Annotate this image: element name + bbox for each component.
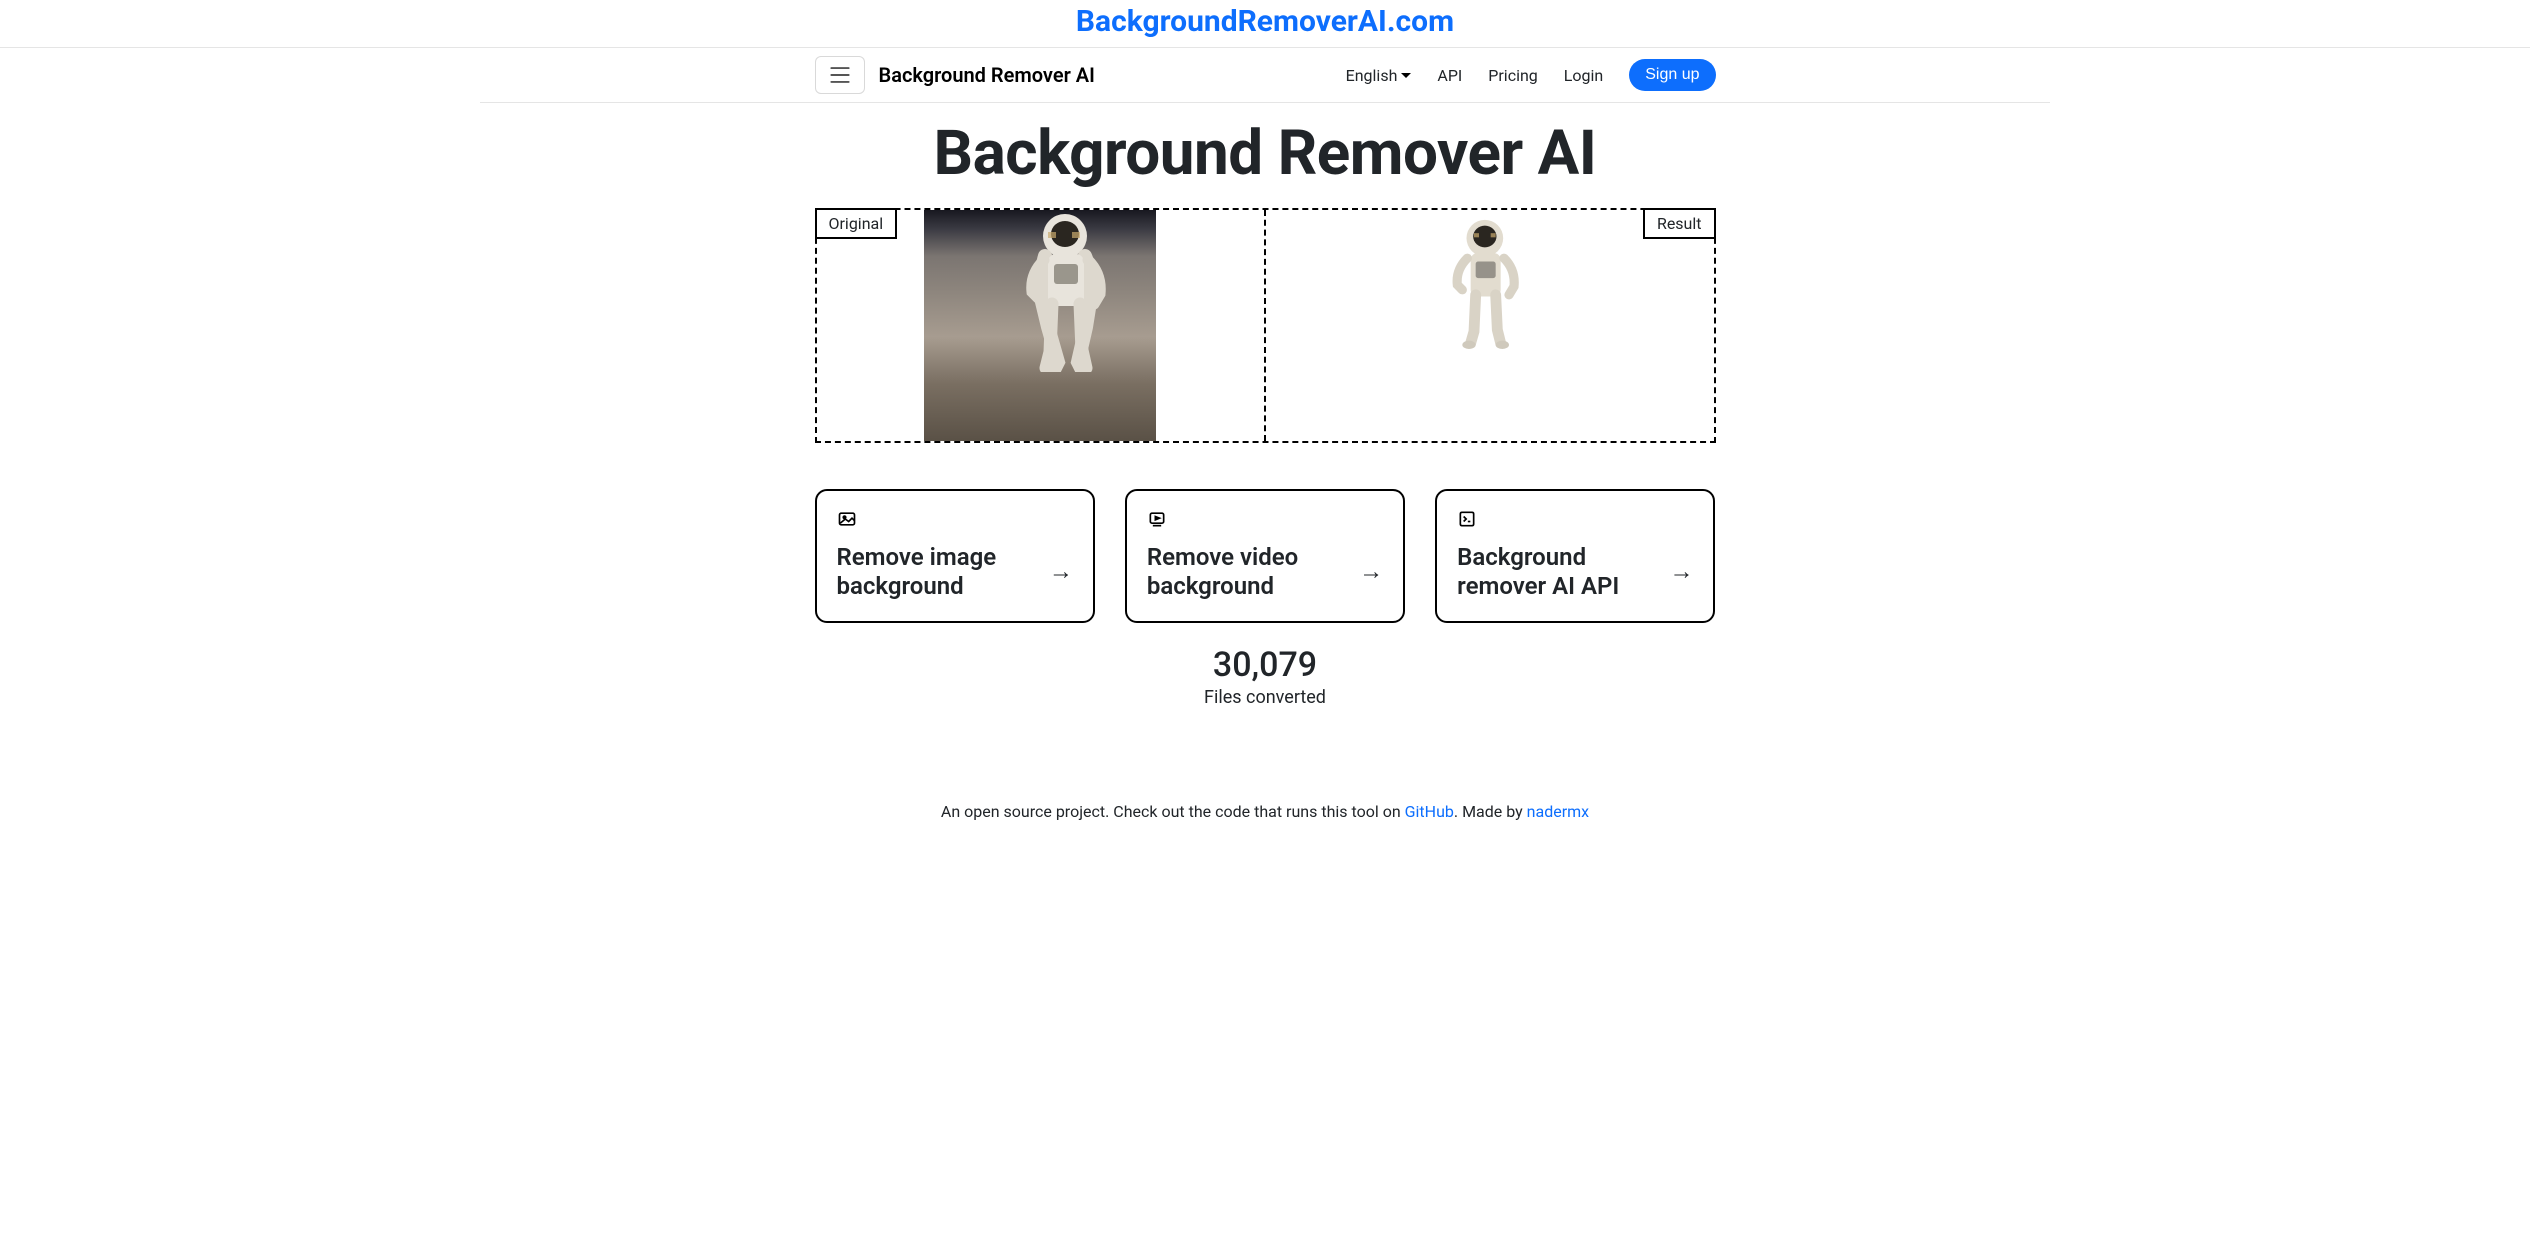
card-api[interactable]: Background remover AI API →	[1435, 489, 1715, 623]
stats-count: 30,079	[815, 645, 1716, 685]
nav-left: Background Remover AI	[815, 56, 1095, 94]
original-label: Original	[815, 208, 898, 239]
nav-api[interactable]: API	[1437, 66, 1462, 85]
card-remove-image-bg[interactable]: Remove image background →	[815, 489, 1095, 623]
card-title: Background remover AI API	[1457, 543, 1657, 601]
original-image	[924, 210, 1156, 441]
arrow-right-icon: →	[1359, 557, 1383, 586]
result-label: Result	[1643, 208, 1716, 239]
demo-result: Result	[1264, 210, 1714, 441]
footer-note: An open source project. Check out the co…	[815, 802, 1716, 821]
nav-pricing[interactable]: Pricing	[1488, 66, 1538, 85]
demo-original: Original	[817, 210, 1265, 441]
page-title: Background Remover AI	[815, 117, 1716, 190]
footer-made-by-prefix: . Made by	[1454, 802, 1527, 821]
nav-right: English API Pricing Login Sign up	[1346, 59, 1716, 91]
github-link[interactable]: GitHub	[1405, 802, 1454, 821]
card-title: Remove video background	[1147, 543, 1347, 601]
hamburger-button[interactable]	[815, 56, 865, 94]
arrow-right-icon: →	[1669, 557, 1693, 586]
video-icon	[1147, 509, 1383, 533]
astronaut-original-icon	[1010, 212, 1130, 372]
brand[interactable]: Background Remover AI	[879, 63, 1095, 87]
card-title: Remove image background	[837, 543, 1037, 601]
stats-label: Files converted	[815, 687, 1716, 708]
author-link[interactable]: nadermx	[1527, 802, 1589, 821]
signup-button[interactable]: Sign up	[1629, 59, 1715, 91]
astronaut-result-icon	[1439, 214, 1539, 364]
hamburger-icon	[827, 62, 853, 88]
nav-login[interactable]: Login	[1564, 66, 1603, 85]
image-icon	[837, 509, 1073, 533]
card-remove-video-bg[interactable]: Remove video background →	[1125, 489, 1405, 623]
stats: 30,079 Files converted	[815, 645, 1716, 708]
footer-prefix: An open source project. Check out the co…	[941, 802, 1405, 821]
caret-down-icon	[1401, 73, 1411, 78]
terminal-icon	[1457, 509, 1693, 533]
language-label: English	[1346, 66, 1398, 85]
navbar: Background Remover AI English API Pricin…	[480, 48, 2050, 103]
top-banner: BackgroundRemoverAI.com	[0, 0, 2530, 48]
demo-row: Original Result	[815, 208, 1716, 443]
arrow-right-icon: →	[1049, 557, 1073, 586]
result-image	[1374, 210, 1606, 441]
language-dropdown[interactable]: English	[1346, 66, 1412, 85]
top-banner-link[interactable]: BackgroundRemoverAI.com	[1076, 4, 1454, 39]
cards-row: Remove image background → Remove video b…	[815, 489, 1716, 623]
